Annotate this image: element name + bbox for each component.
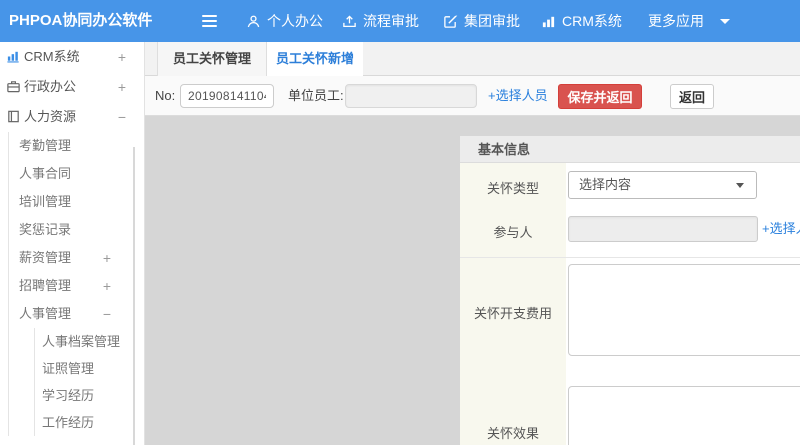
select-participants-link[interactable]: +选择人员 [762, 216, 800, 242]
care-expense-label: 关怀开支费用 [473, 306, 552, 321]
briefcase-icon [6, 79, 21, 94]
sidebar-item-rewards[interactable]: 奖惩记录 [9, 216, 144, 244]
sidebar-item-label: 考勤管理 [19, 138, 72, 153]
sidebar-item-attendance[interactable]: 考勤管理 [9, 132, 144, 160]
sidebar-item-label: 人力资源 [24, 109, 77, 124]
sidebar-item-label: 人事管理 [19, 306, 72, 321]
nav-item-flow-approval[interactable]: 流程审批 [342, 0, 419, 42]
app-logo: PHPOA协同办公软件 [9, 12, 153, 29]
caret-down-icon [720, 18, 730, 24]
main-area: 员工关怀管理 员工关怀新增 No: 单位员工: +选择人员 保存并返回 返回 基… [145, 42, 800, 445]
care-type-select[interactable]: 选择内容 [568, 171, 757, 199]
save-and-return-button[interactable]: 保存并返回 [558, 84, 642, 109]
expand-plus-icon[interactable]: + [99, 244, 115, 272]
care-expense-textarea[interactable] [568, 264, 800, 356]
hr-submenu: 考勤管理 人事合同 培训管理 奖惩记录 薪资管理 + 招聘管理 + 人事管理 −… [8, 132, 144, 436]
row-divider [460, 257, 800, 258]
sidebar-item-personnel[interactable]: 人事管理 − [9, 300, 144, 328]
nav-item-group-approval[interactable]: 集团审批 [443, 0, 520, 42]
sidebar-item-label: 证照管理 [42, 361, 95, 376]
sidebar-item-label: 人事档案管理 [42, 334, 121, 349]
nav-item-crm-system[interactable]: CRM系统 [541, 0, 622, 42]
sidebar-item-label: CRM系统 [24, 49, 80, 64]
sidebar-item-recruitment[interactable]: 招聘管理 + [9, 272, 144, 300]
participants-input[interactable] [568, 216, 758, 242]
sidebar-item-personnel-files[interactable]: 人事档案管理 [35, 328, 144, 355]
sidebar-item-hr-contract[interactable]: 人事合同 [9, 160, 144, 188]
nav-item-more-apps[interactable]: 更多应用 [648, 0, 730, 42]
nav-item-label: 流程审批 [363, 13, 419, 29]
sidebar-item-certificates[interactable]: 证照管理 [35, 355, 144, 382]
collapse-minus-icon[interactable]: − [114, 102, 130, 132]
tab-employee-care-new[interactable]: 员工关怀新增 [267, 42, 363, 77]
sidebar-item-label: 培训管理 [19, 194, 72, 209]
unit-employee-label: 单位员工: [288, 88, 344, 103]
edit-square-icon [443, 14, 458, 29]
flow-approval-icon [342, 14, 357, 29]
no-label: No: [155, 88, 176, 103]
expand-plus-icon[interactable]: + [114, 72, 130, 102]
personnel-submenu: 人事档案管理 证照管理 学习经历 工作经历 [34, 328, 144, 436]
care-effect-textarea[interactable] [568, 386, 800, 445]
participants-label: 参与人 [493, 225, 533, 240]
unit-employee-input[interactable] [345, 84, 477, 108]
sidebar-scrollbar[interactable] [133, 147, 135, 445]
select-person-link[interactable]: +选择人员 [488, 76, 548, 116]
care-effect-label: 关怀效果 [486, 426, 539, 441]
top-navbar: PHPOA协同办公软件 个人办公 流程审批 集团审批 CRM系统 更多应用 [0, 0, 800, 42]
user-icon [246, 14, 261, 29]
expand-plus-icon[interactable]: + [99, 272, 115, 300]
bar-chart-icon [541, 14, 556, 29]
tab-employee-care-management[interactable]: 员工关怀管理 [157, 42, 267, 76]
sidebar-item-salary[interactable]: 薪资管理 + [9, 244, 144, 272]
sidebar-item-label: 招聘管理 [19, 278, 72, 293]
caret-down-icon [736, 183, 744, 188]
form-toolbar: No: 单位员工: +选择人员 保存并返回 返回 [145, 76, 800, 116]
nav-item-personal-office[interactable]: 个人办公 [246, 0, 323, 42]
sidebar-item-label: 工作经历 [42, 415, 95, 430]
content-workspace: 基本信息 关怀类型 选择内容 参与人 +选择人员 关怀开支费用 关怀效果 [145, 116, 800, 445]
nav-item-label: CRM系统 [562, 13, 622, 29]
care-type-label: 关怀类型 [486, 181, 539, 196]
sidebar-item-education-history[interactable]: 学习经历 [35, 382, 144, 409]
sidebar-item-label: 薪资管理 [19, 250, 72, 265]
sidebar: CRM系统 + 行政办公 + 人力资源 − 考勤管理 人事合同 培训管理 奖惩记… [0, 42, 145, 445]
sidebar-item-training[interactable]: 培训管理 [9, 188, 144, 216]
tab-bar: 员工关怀管理 员工关怀新增 [145, 42, 800, 77]
nav-item-label: 集团审批 [464, 13, 520, 29]
collapse-minus-icon[interactable]: − [99, 300, 115, 328]
expand-plus-icon[interactable]: + [114, 42, 130, 72]
no-input[interactable] [180, 84, 274, 108]
sidebar-item-label: 人事合同 [19, 166, 72, 181]
sidebar-item-label: 学习经历 [42, 388, 95, 403]
nav-item-label: 更多应用 [648, 13, 704, 29]
bar-chart-icon [6, 49, 21, 64]
sidebar-item-human-resources[interactable]: 人力资源 − [0, 102, 144, 132]
book-icon [6, 109, 21, 124]
selected-option-text: 选择内容 [579, 177, 632, 192]
sidebar-item-admin-office[interactable]: 行政办公 + [0, 72, 144, 102]
basic-info-section-header: 基本信息 [460, 136, 800, 163]
sidebar-item-label: 行政办公 [24, 79, 77, 94]
sidebar-item-work-history[interactable]: 工作经历 [35, 409, 144, 436]
sidebar-item-label: 奖惩记录 [19, 222, 72, 237]
sidebar-item-crm[interactable]: CRM系统 + [0, 42, 144, 72]
hamburger-icon[interactable] [202, 15, 217, 27]
nav-item-label: 个人办公 [267, 13, 323, 29]
back-button[interactable]: 返回 [670, 84, 714, 109]
